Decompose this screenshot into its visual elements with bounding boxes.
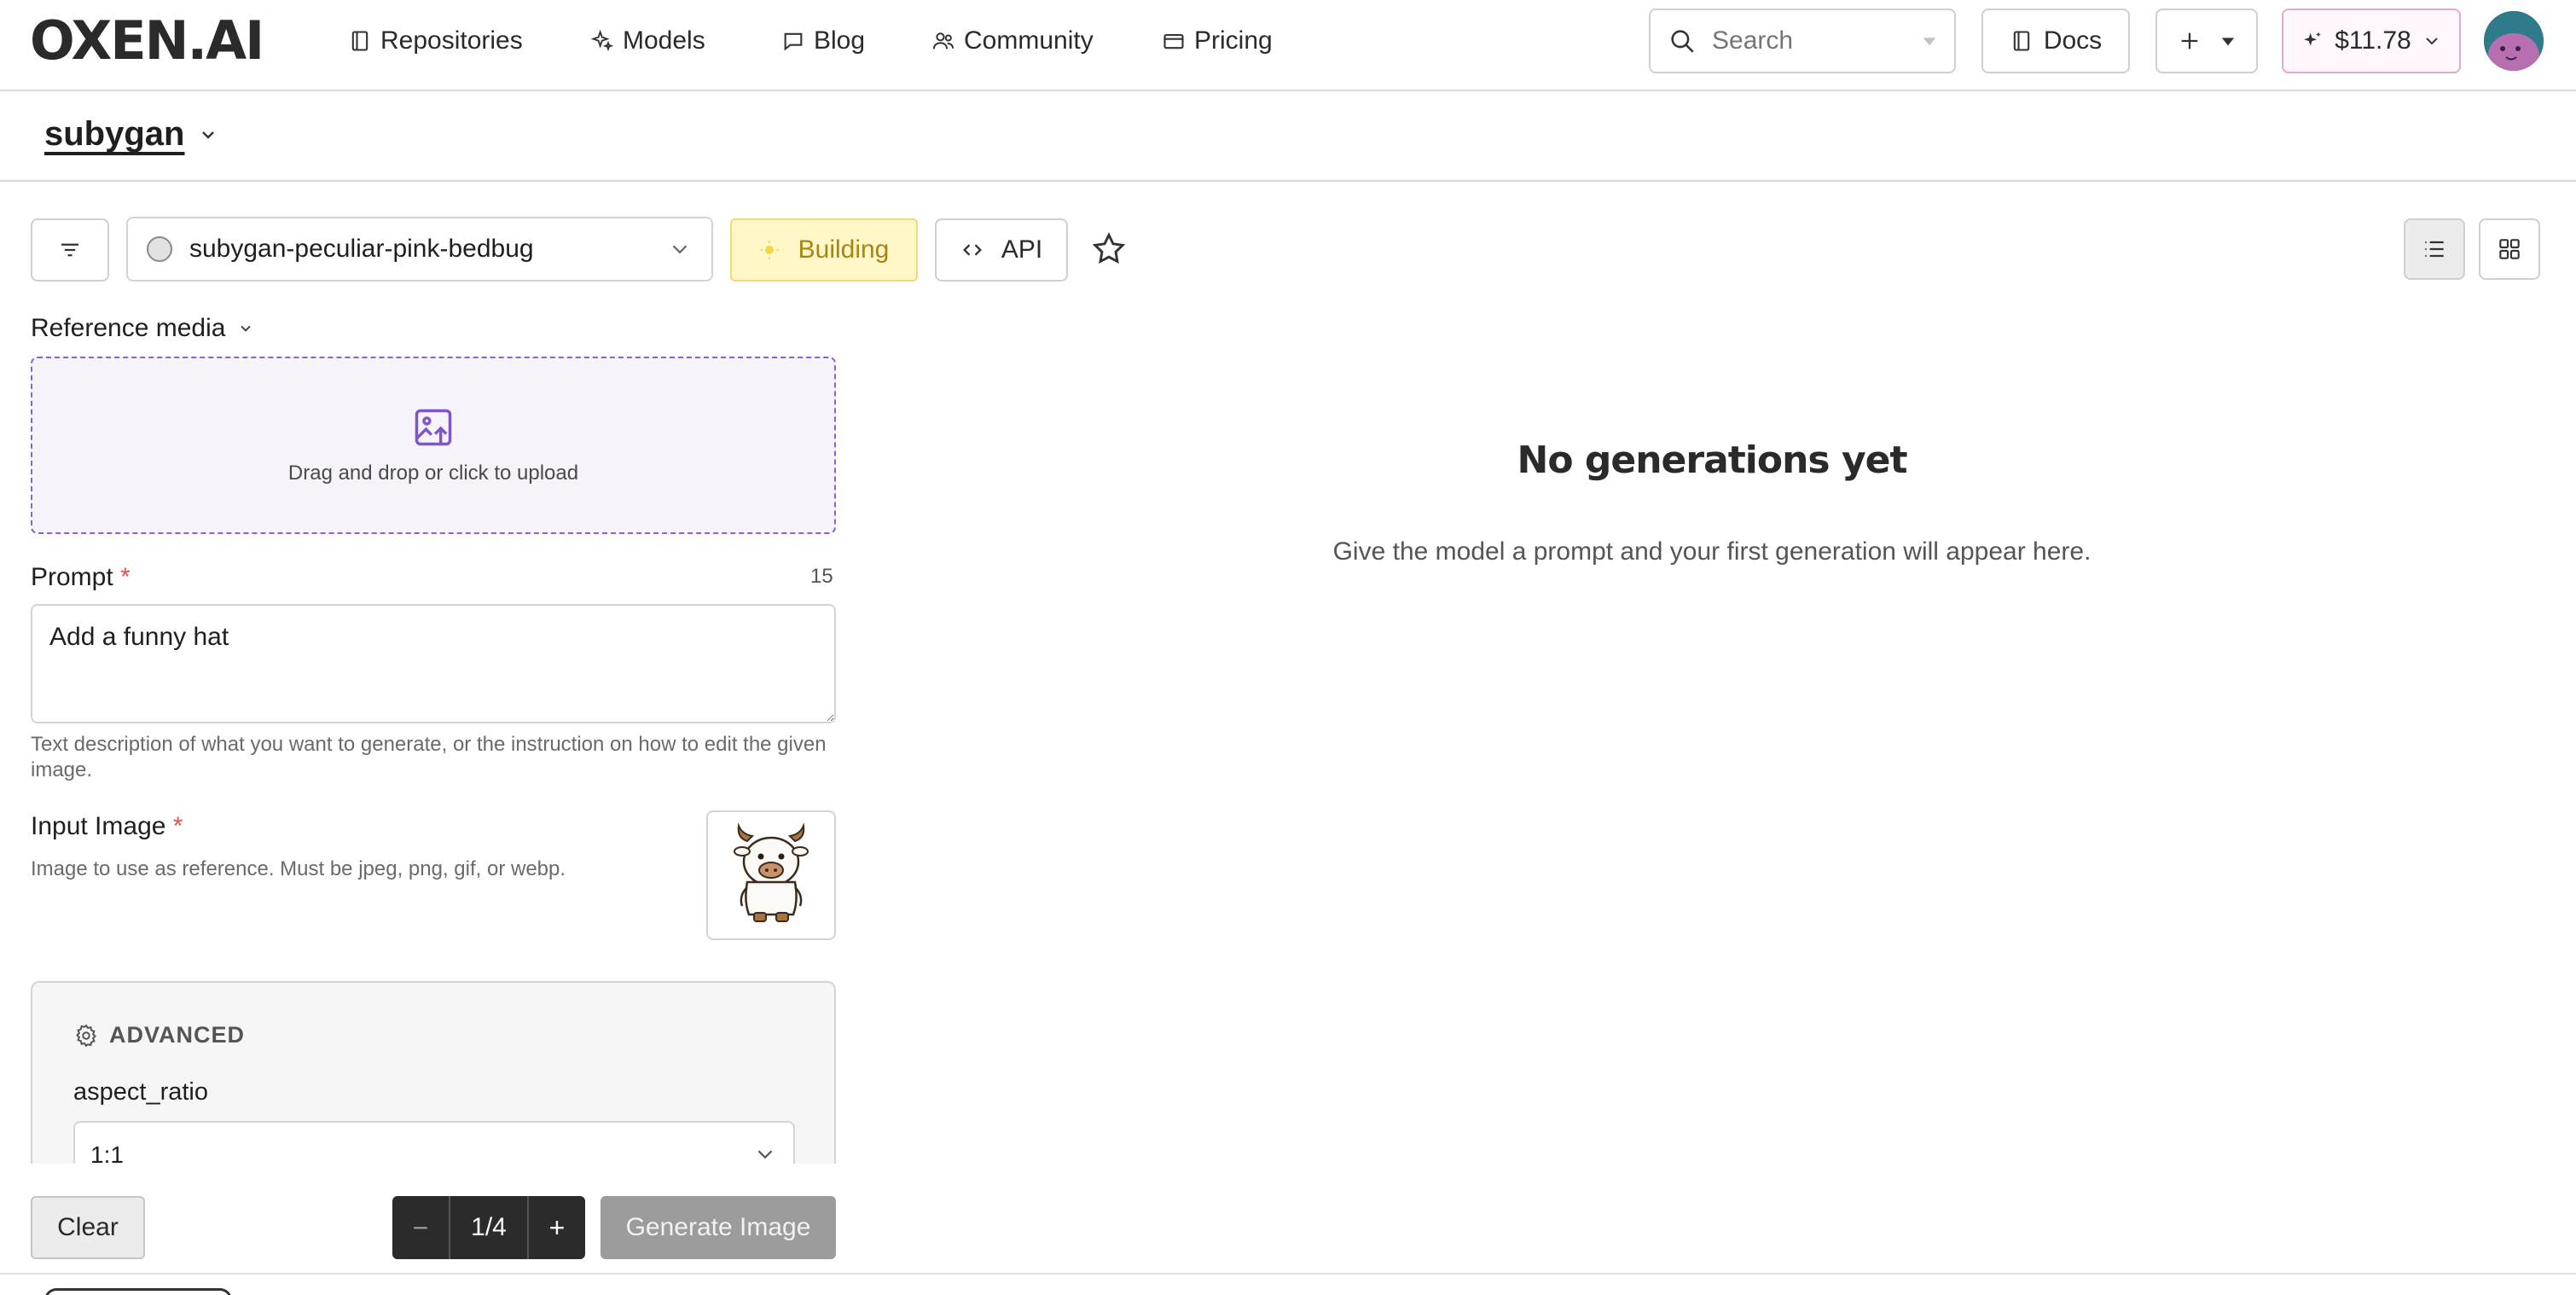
gear-icon	[73, 1023, 99, 1048]
prompt-textarea[interactable]: Add a funny hat	[31, 604, 836, 723]
docs-button[interactable]: Docs	[1981, 9, 2130, 73]
decrement-button[interactable]: −	[392, 1196, 449, 1259]
book-icon	[348, 29, 372, 53]
grid-view-button[interactable]	[2479, 218, 2540, 280]
credits-amount: $11.78	[2335, 26, 2411, 55]
plus-icon	[2178, 29, 2202, 53]
aspect-ratio-label: aspect_ratio	[73, 1078, 208, 1106]
aspect-ratio-select[interactable]: 1:1	[73, 1121, 795, 1164]
sun-icon	[759, 240, 780, 260]
nav-blog-label: Blog	[814, 26, 866, 55]
empty-state-title: No generations yet	[1517, 438, 1908, 482]
users-icon	[931, 29, 955, 53]
api-label: API	[1001, 235, 1043, 264]
sparkles-icon	[2300, 29, 2324, 53]
chat-bubble-icon	[781, 29, 805, 53]
caret-down-icon	[2220, 33, 2236, 49]
nav-community-label: Community	[964, 26, 1094, 55]
image-upload-icon	[411, 405, 455, 450]
credits-button[interactable]: $11.78	[2282, 9, 2461, 73]
input-image-label-text: Input Image	[31, 812, 166, 840]
chevron-down-icon	[237, 320, 254, 337]
nav-models-label: Models	[623, 26, 705, 55]
footer-tab[interactable]	[44, 1288, 232, 1295]
model-name: subygan-peculiar-pink-bedbug	[189, 235, 534, 263]
increment-button[interactable]: +	[529, 1196, 585, 1259]
model-status-dot	[147, 236, 172, 262]
input-image-help-text: Image to use as reference. Must be jpeg,…	[31, 857, 566, 880]
api-button[interactable]: API	[935, 218, 1068, 282]
generate-image-button[interactable]: Generate Image	[600, 1196, 836, 1259]
docs-label: Docs	[2043, 26, 2103, 55]
aspect-ratio-value: 1:1	[90, 1141, 124, 1164]
filter-icon	[57, 237, 83, 263]
owner-name: subygan	[44, 115, 185, 153]
nav-pricing-label: Pricing	[1194, 26, 1273, 55]
prompt-label-text: Prompt	[31, 563, 113, 591]
top-nav: OXEN.AI Repositories Models Blog Communi…	[0, 0, 2576, 91]
chevron-down-icon	[752, 1141, 778, 1164]
owner-switcher[interactable]: subygan	[44, 115, 218, 154]
required-marker: *	[120, 563, 131, 591]
generation-count-value: 1/4	[449, 1196, 529, 1259]
book-icon	[2010, 29, 2034, 53]
model-select[interactable]: subygan-peculiar-pink-bedbug	[126, 217, 713, 282]
nav-blog[interactable]: Blog	[781, 22, 865, 60]
upload-hint: Drag and drop or click to upload	[287, 462, 579, 485]
empty-state-subtitle: Give the model a prompt and your first g…	[1332, 537, 2092, 566]
nav-models[interactable]: Models	[590, 22, 705, 60]
sparkles-icon	[590, 29, 614, 53]
reference-media-toggle[interactable]: Reference media	[31, 314, 254, 343]
chevron-down-icon	[198, 125, 218, 145]
ox-mascot-image	[734, 822, 809, 922]
nav-pricing[interactable]: Pricing	[1162, 22, 1273, 60]
nav-community[interactable]: Community	[931, 22, 1094, 60]
building-status-label: Building	[798, 235, 890, 264]
list-icon	[2421, 235, 2448, 263]
create-new-button[interactable]	[2155, 9, 2258, 73]
search-icon	[1668, 26, 1697, 55]
prompt-help-text: Text description of what you want to gen…	[31, 733, 827, 781]
advanced-panel: ADVANCED aspect_ratio 1:1	[31, 981, 836, 1164]
filter-button[interactable]	[31, 218, 109, 282]
avatar[interactable]	[2484, 11, 2544, 71]
code-icon	[960, 238, 984, 262]
advanced-title: ADVANCED	[109, 1022, 246, 1048]
building-status-badge: Building	[730, 218, 918, 282]
logo[interactable]: OXEN.AI	[30, 14, 264, 68]
chevron-down-icon	[667, 236, 693, 262]
prompt-label: Prompt *	[31, 563, 131, 592]
generation-count-stepper: − 1/4 +	[392, 1196, 585, 1259]
chevron-down-icon	[2422, 31, 2442, 51]
required-marker: *	[172, 812, 183, 840]
credit-card-icon	[1162, 29, 1186, 53]
search-input[interactable]	[1712, 26, 1900, 55]
star-icon	[1090, 230, 1128, 268]
caret-down-icon	[1922, 33, 1937, 49]
upload-dropzone[interactable]: Drag and drop or click to upload	[31, 357, 836, 534]
advanced-header[interactable]: ADVANCED	[73, 1022, 245, 1048]
search-box[interactable]	[1649, 9, 1956, 73]
list-view-button[interactable]	[2404, 218, 2465, 280]
nav-repositories-label: Repositories	[380, 26, 523, 55]
grid-icon	[2496, 235, 2523, 263]
prompt-char-count: 15	[810, 565, 833, 588]
star-button[interactable]	[1090, 230, 1128, 268]
input-image-thumbnail[interactable]	[706, 810, 836, 940]
reference-media-label: Reference media	[31, 314, 226, 342]
footer-divider	[0, 1273, 2576, 1275]
clear-button[interactable]: Clear	[31, 1196, 145, 1259]
input-image-label: Input Image *	[31, 812, 183, 841]
nav-repositories[interactable]: Repositories	[348, 22, 523, 60]
repo-header: subygan	[0, 91, 2576, 182]
